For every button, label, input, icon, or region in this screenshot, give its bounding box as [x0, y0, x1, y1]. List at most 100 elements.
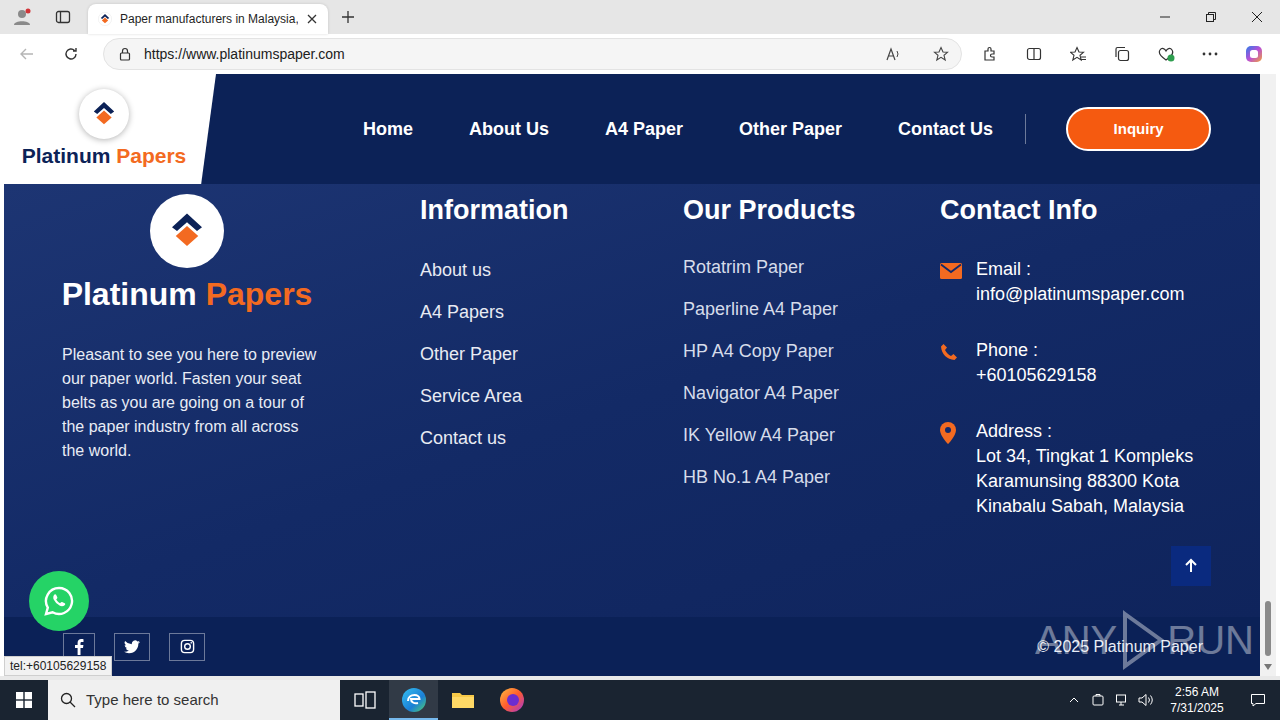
nav-link[interactable]: Contact Us: [898, 116, 993, 143]
contact-text: Phone :+60105629158: [976, 338, 1097, 388]
extensions-icon[interactable]: [968, 34, 1012, 74]
column-heading: Our Products: [683, 194, 940, 226]
information-link[interactable]: Other Paper: [420, 333, 683, 375]
watermark-play-icon: [1119, 610, 1165, 670]
contact-text: Email :info@platinumspaper.com: [976, 257, 1184, 307]
contact-value[interactable]: info@platinumspaper.com: [976, 282, 1184, 307]
watermark-second: RUN: [1167, 616, 1254, 664]
favorite-star-icon[interactable]: [933, 46, 949, 62]
task-view-icon: [354, 691, 376, 709]
taskbar-search[interactable]: Type here to search: [48, 680, 340, 720]
product-links: Rotatrim PaperPaperline A4 PaperHP A4 Co…: [683, 246, 940, 498]
site-footer: Platinum Papers Pleasant to see you here…: [4, 184, 1260, 617]
browser-tab[interactable]: Paper manufacturers in Malaysia,: [88, 4, 328, 34]
contact-column: Contact Info Email :info@platinumspaper.…: [940, 194, 1260, 617]
window-controls: [1142, 0, 1280, 34]
copilot-icon[interactable]: [1232, 34, 1276, 74]
information-link[interactable]: Service Area: [420, 375, 683, 417]
product-link[interactable]: HP A4 Copy Paper: [683, 330, 940, 372]
address-bar[interactable]: https://www.platinumspaper.com: [103, 38, 962, 70]
footer-brand: Platinum Papers Pleasant to see you here…: [62, 194, 420, 617]
information-link[interactable]: A4 Papers: [420, 291, 683, 333]
footer-logo-second: Papers: [206, 276, 313, 312]
information-link[interactable]: Contact us: [420, 417, 683, 459]
security-icon[interactable]: [1086, 693, 1110, 707]
footer-logo[interactable]: Platinum Papers: [62, 194, 312, 314]
clock-time: 2:56 AM: [1175, 684, 1219, 700]
firefox-icon: [499, 687, 525, 713]
edge-icon: [401, 687, 427, 713]
email-icon: [940, 258, 976, 283]
nav-link[interactable]: About Us: [469, 116, 549, 143]
inquiry-button[interactable]: Inquiry: [1066, 107, 1211, 151]
contact-text: Address :Lot 34, Tingkat 1 Kompleks Kara…: [976, 419, 1204, 519]
tab-title: Paper manufacturers in Malaysia,: [120, 10, 298, 28]
product-link[interactable]: IK Yellow A4 Paper: [683, 414, 940, 456]
information-links: About usA4 PapersOther PaperService Area…: [420, 249, 683, 459]
volume-icon[interactable]: [1134, 693, 1158, 707]
tab-strip: Paper manufacturers in Malaysia,: [0, 0, 1280, 34]
contact-value[interactable]: +60105629158: [976, 363, 1097, 388]
taskbar-app[interactable]: [340, 680, 389, 720]
more-menu-icon[interactable]: [1188, 34, 1232, 74]
read-aloud-icon[interactable]: [885, 46, 901, 62]
split-screen-icon[interactable]: [1012, 34, 1056, 74]
nav-link[interactable]: A4 Paper: [605, 116, 683, 143]
tray-chevron-icon[interactable]: [1062, 697, 1086, 703]
contact-value[interactable]: Lot 34, Tingkat 1 Kompleks Karamunsing 8…: [976, 444, 1204, 519]
product-link[interactable]: Navigator A4 Paper: [683, 372, 940, 414]
url-text: https://www.platinumspaper.com: [144, 44, 873, 65]
minimize-icon[interactable]: [1142, 0, 1188, 34]
contact-label: Phone :: [976, 338, 1097, 363]
scrollbar[interactable]: [1260, 74, 1276, 676]
back-to-top-icon[interactable]: [1171, 546, 1211, 586]
nav-link[interactable]: Other Paper: [739, 116, 842, 143]
notifications-icon[interactable]: [1236, 692, 1280, 708]
taskbar: Type here to search 2:56 AM 7/31/2025: [0, 680, 1280, 720]
whatsapp-icon[interactable]: [29, 571, 89, 631]
instagram-icon[interactable]: [169, 633, 205, 661]
header-logo[interactable]: Platinum Papers: [4, 74, 216, 184]
link-status: tel:+60105629158: [4, 656, 112, 676]
active-indicator: [389, 718, 438, 720]
information-column: Information About usA4 PapersOther Paper…: [420, 194, 683, 617]
favorites-icon[interactable]: [1056, 34, 1100, 74]
product-link[interactable]: Rotatrim Paper: [683, 246, 940, 288]
clock-date: 7/31/2025: [1170, 700, 1223, 716]
product-link[interactable]: Paperline A4 Paper: [683, 288, 940, 330]
logo-second: Papers: [116, 144, 186, 167]
start-windows-icon[interactable]: [0, 680, 48, 720]
close-tab-icon[interactable]: [306, 13, 318, 25]
logo-first: Platinum: [22, 144, 111, 167]
back-arrow-icon[interactable]: [5, 34, 49, 74]
nav-link[interactable]: Home: [363, 116, 413, 143]
product-link[interactable]: HB No.1 A4 Paper: [683, 456, 940, 498]
footer-bottom-bar: © 2025 Platinum Paper: [4, 617, 1260, 676]
twitter-icon[interactable]: [114, 633, 150, 661]
search-icon: [60, 692, 76, 708]
footer-about: Pleasant to see you here to preview our …: [62, 343, 324, 463]
scrollbar-thumb[interactable]: [1265, 601, 1271, 656]
close-window-icon[interactable]: [1234, 0, 1280, 34]
refresh-icon[interactable]: [49, 34, 93, 74]
information-link[interactable]: About us: [420, 249, 683, 291]
scroll-down-icon[interactable]: [1264, 664, 1272, 670]
contact-label: Address :: [976, 419, 1204, 444]
tab-actions-icon[interactable]: [44, 0, 82, 34]
column-heading: Contact Info: [940, 194, 1260, 226]
collections-icon[interactable]: [1100, 34, 1144, 74]
taskbar-app[interactable]: [438, 680, 487, 720]
restore-icon[interactable]: [1188, 0, 1234, 34]
footer-logo-first: Platinum: [62, 276, 197, 312]
network-icon[interactable]: [1110, 693, 1134, 707]
new-tab-icon[interactable]: [328, 0, 368, 34]
column-heading: Information: [420, 194, 683, 226]
explorer-icon: [451, 690, 475, 710]
toolbar-actions: [968, 34, 1276, 74]
site-header: Platinum Papers Home About Us A4 Paper Othe…: [4, 74, 1260, 184]
browser-essentials-icon[interactable]: [1144, 34, 1188, 74]
taskbar-app[interactable]: [487, 680, 536, 720]
profile-icon[interactable]: [0, 0, 44, 34]
clock[interactable]: 2:56 AM 7/31/2025: [1158, 684, 1236, 716]
taskbar-app[interactable]: [389, 680, 438, 720]
